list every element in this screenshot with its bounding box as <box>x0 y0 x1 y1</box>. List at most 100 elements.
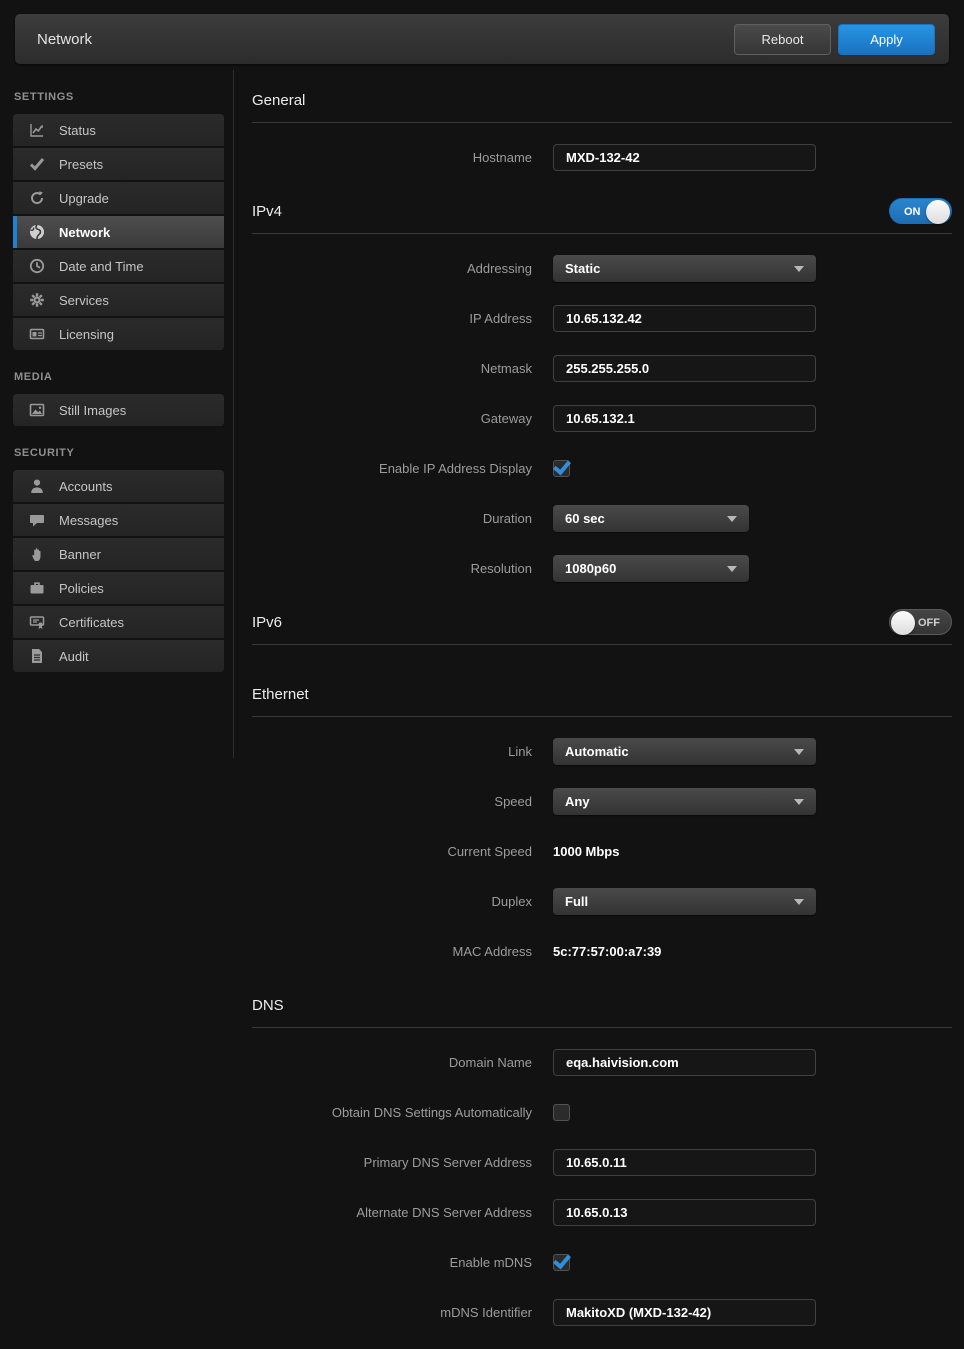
duration-value: 60 sec <box>565 511 605 526</box>
sidebar-item-accounts[interactable]: Accounts <box>13 470 224 502</box>
sidebar-item-certificates[interactable]: Certificates <box>13 606 224 638</box>
mac-address-label: MAC Address <box>252 944 532 959</box>
sidebar-item-label: Messages <box>59 513 118 528</box>
sidebar-item-network[interactable]: Network <box>13 216 224 248</box>
ipv6-toggle[interactable]: OFF <box>889 609 952 635</box>
toggle-knob <box>891 611 915 635</box>
page-title: Network <box>37 31 92 48</box>
enable-ip-display-label: Enable IP Address Display <box>252 461 532 476</box>
addressing-row: Addressing Static <box>252 255 952 282</box>
enable-ip-display-row: Enable IP Address Display <box>252 455 952 482</box>
sidebar-item-upgrade[interactable]: Upgrade <box>13 182 224 214</box>
netmask-input[interactable] <box>553 355 816 382</box>
mdns-identifier-input[interactable] <box>553 1299 816 1326</box>
hostname-label: Hostname <box>252 150 532 165</box>
netmask-row: Netmask <box>252 355 952 382</box>
speed-select[interactable]: Any <box>553 788 816 815</box>
refresh-icon <box>28 190 46 206</box>
section-title-general: General <box>252 92 305 109</box>
resolution-select[interactable]: 1080p60 <box>553 555 749 582</box>
sidebar: SETTINGS Status Presets Upgrade Network <box>0 70 233 672</box>
sidebar-item-label: Accounts <box>59 479 112 494</box>
addressing-value: Static <box>565 261 600 276</box>
obtain-dns-auto-checkbox[interactable] <box>553 1104 570 1121</box>
sidebar-item-licensing[interactable]: Licensing <box>13 318 224 350</box>
sidebar-item-policies[interactable]: Policies <box>13 572 224 604</box>
sidebar-item-audit[interactable]: Audit <box>13 640 224 672</box>
addressing-select[interactable]: Static <box>553 255 816 282</box>
hand-icon <box>28 546 46 562</box>
domain-name-input[interactable] <box>553 1049 816 1076</box>
section-ipv4: IPv4 ON <box>252 198 952 224</box>
link-label: Link <box>252 744 532 759</box>
duplex-select[interactable]: Full <box>553 888 816 915</box>
section-title-dns: DNS <box>252 997 284 1014</box>
link-row: Link Automatic <box>252 738 952 765</box>
duration-select[interactable]: 60 sec <box>553 505 749 532</box>
section-rule <box>252 644 952 645</box>
gateway-row: Gateway <box>252 405 952 432</box>
gear-icon <box>28 292 46 308</box>
sidebar-section-settings: SETTINGS <box>14 91 224 103</box>
nav-group-security: Accounts Messages Banner Policies Certif <box>13 470 224 672</box>
alternate-dns-label: Alternate DNS Server Address <box>252 1205 532 1220</box>
chat-bubble-icon <box>28 512 46 528</box>
sidebar-item-services[interactable]: Services <box>13 284 224 316</box>
alternate-dns-input[interactable] <box>553 1199 816 1226</box>
alternate-dns-row: Alternate DNS Server Address <box>252 1199 952 1226</box>
enable-mdns-row: Enable mDNS <box>252 1249 952 1276</box>
sidebar-item-label: Banner <box>59 547 101 562</box>
sidebar-item-banner[interactable]: Banner <box>13 538 224 570</box>
sidebar-item-messages[interactable]: Messages <box>13 504 224 536</box>
chart-line-icon <box>28 122 46 138</box>
link-select[interactable]: Automatic <box>553 738 816 765</box>
duplex-value: Full <box>565 894 588 909</box>
duplex-row: Duplex Full <box>252 888 952 915</box>
duplex-label: Duplex <box>252 894 532 909</box>
hostname-input[interactable] <box>553 144 816 171</box>
sidebar-item-label: Presets <box>59 157 103 172</box>
ipv6-toggle-label: OFF <box>918 617 940 629</box>
sidebar-item-label: Status <box>59 123 96 138</box>
sidebar-item-date-and-time[interactable]: Date and Time <box>13 250 224 282</box>
speed-value: Any <box>565 794 590 809</box>
ip-address-input[interactable] <box>553 305 816 332</box>
gateway-input[interactable] <box>553 405 816 432</box>
apply-button[interactable]: Apply <box>838 24 935 55</box>
sidebar-item-presets[interactable]: Presets <box>13 148 224 180</box>
enable-mdns-checkbox[interactable] <box>553 1254 570 1271</box>
sidebar-item-still-images[interactable]: Still Images <box>13 394 224 426</box>
sidebar-section-security: SECURITY <box>14 447 224 459</box>
sidebar-divider <box>233 70 234 758</box>
nav-group-media: Still Images <box>13 394 224 426</box>
section-general: General <box>252 87 952 113</box>
sidebar-item-label: Services <box>59 293 109 308</box>
domain-name-label: Domain Name <box>252 1055 532 1070</box>
enable-mdns-label: Enable mDNS <box>252 1255 532 1270</box>
sidebar-item-label: Audit <box>59 649 89 664</box>
resolution-row: Resolution 1080p60 <box>252 555 952 582</box>
sidebar-item-label: Licensing <box>59 327 114 342</box>
section-title-ipv4: IPv4 <box>252 203 282 220</box>
netmask-label: Netmask <box>252 361 532 376</box>
primary-dns-input[interactable] <box>553 1149 816 1176</box>
globe-icon <box>28 224 46 240</box>
sidebar-section-media: MEDIA <box>14 371 224 383</box>
reboot-button[interactable]: Reboot <box>734 24 831 55</box>
sidebar-item-label: Still Images <box>59 403 126 418</box>
chevron-down-icon <box>727 566 737 572</box>
resolution-label: Resolution <box>252 561 532 576</box>
ipv4-toggle[interactable]: ON <box>889 198 952 224</box>
mac-address-value: 5c:77:57:00:a7:39 <box>553 944 661 959</box>
section-dns: DNS <box>252 992 952 1018</box>
sidebar-item-status[interactable]: Status <box>13 114 224 146</box>
certificate-icon <box>28 614 46 630</box>
enable-ip-display-checkbox[interactable] <box>553 460 570 477</box>
gateway-label: Gateway <box>252 411 532 426</box>
check-icon <box>28 156 46 172</box>
section-ethernet: Ethernet <box>252 681 952 707</box>
current-speed-label: Current Speed <box>252 844 532 859</box>
document-icon <box>28 648 46 664</box>
header-actions: Reboot Apply <box>734 24 935 55</box>
toggle-knob <box>926 200 950 224</box>
